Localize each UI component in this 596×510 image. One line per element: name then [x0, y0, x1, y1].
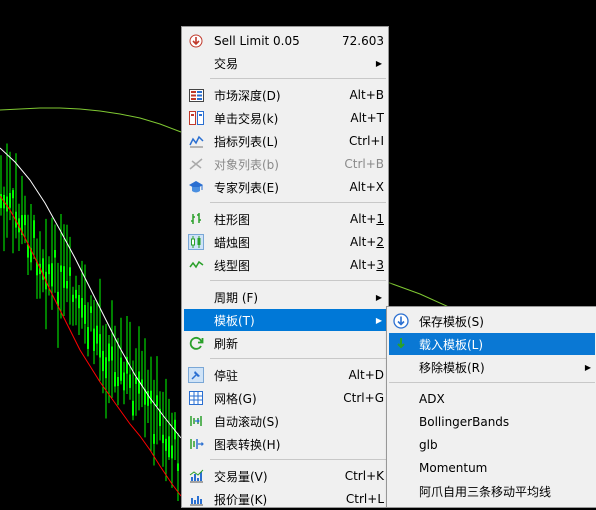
menu-item-templates[interactable]: 模板(T) ▶	[184, 309, 386, 331]
candle-body	[111, 346, 113, 361]
menu-item-objects-list: 对象列表(b) Ctrl+B	[184, 153, 386, 175]
menu-item-volumes[interactable]: 交易量(V) Ctrl+K	[184, 465, 386, 487]
grid-icon	[188, 390, 204, 406]
template-submenu: 保存模板(S) 载入模板(L) 移除模板(R) ▶ ADX BollingerB…	[386, 306, 596, 508]
candle-body	[93, 328, 95, 351]
menu-separator	[389, 382, 595, 383]
objects-list-icon	[188, 156, 204, 172]
volumes-icon	[188, 468, 204, 484]
candle-body	[114, 372, 116, 387]
menu-item-template-bollingerbands[interactable]: BollingerBands	[389, 411, 595, 433]
candle-body	[171, 445, 173, 459]
candle-body	[84, 304, 86, 324]
candle-body	[51, 263, 53, 287]
candle-body	[102, 350, 104, 372]
candle-body	[108, 343, 110, 362]
candle-body	[72, 294, 74, 302]
menu-item-template-three-moving-averages[interactable]: 阿爪自用三条移动平均线	[389, 480, 595, 502]
submenu-arrow-icon: ▶	[375, 58, 382, 68]
line-chart-icon	[188, 257, 204, 273]
candle-body	[78, 295, 80, 309]
menu-item-indicators-list[interactable]: 指标列表(L) Ctrl+I	[184, 130, 386, 152]
candle-body	[33, 220, 35, 238]
menu-item-sell-limit[interactable]: Sell Limit 0.05 72.603	[184, 30, 386, 52]
menu-item-template-glb[interactable]: glb	[389, 434, 595, 456]
candle-body	[105, 357, 107, 379]
menu-item-line-chart[interactable]: 线型图 Alt+3	[184, 254, 386, 276]
candle-body	[150, 390, 152, 404]
candle-body	[156, 395, 158, 407]
menu-item-tick-volumes[interactable]: 报价量(K) Ctrl+L	[184, 488, 386, 510]
candle-body	[168, 436, 170, 458]
market-depth-icon	[188, 87, 204, 103]
candle-body	[24, 214, 26, 226]
candle-body	[165, 438, 167, 451]
candle-body	[66, 280, 68, 289]
one-click-trading-icon	[188, 110, 204, 126]
candle-body	[132, 400, 134, 416]
moving-average-long-line	[0, 107, 182, 133]
menu-item-save-template[interactable]: 保存模板(S)	[389, 310, 595, 332]
candle-body	[153, 434, 155, 444]
candle-body	[60, 265, 62, 272]
sell-limit-icon	[188, 33, 204, 49]
menu-item-experts-list[interactable]: 专家列表(E) Alt+X	[184, 176, 386, 198]
submenu-arrow-icon: ▶	[375, 292, 382, 302]
chart-shift-icon	[188, 436, 204, 452]
candle-body	[54, 249, 56, 258]
candle-body	[99, 334, 101, 358]
menu-separator	[210, 280, 386, 281]
menu-item-chart-shift[interactable]: 图表转换(H)	[184, 433, 386, 455]
menu-separator	[210, 202, 386, 203]
candlestick-icon	[188, 234, 204, 250]
candle-body	[117, 376, 119, 387]
menu-separator	[210, 78, 386, 79]
candle-body	[129, 374, 131, 388]
candle-body	[96, 325, 98, 344]
menu-item-dock[interactable]: 停驻 Alt+D	[184, 364, 386, 386]
menu-item-refresh[interactable]: 刷新	[184, 332, 386, 354]
menu-separator	[210, 459, 386, 460]
menu-item-candlesticks[interactable]: 蜡烛图 Alt+2	[184, 231, 386, 253]
menu-item-template-adx[interactable]: ADX	[389, 388, 595, 410]
menu-separator	[210, 358, 386, 359]
menu-item-template-momentum[interactable]: Momentum	[389, 457, 595, 479]
menu-item-bar-chart[interactable]: 柱形图 Alt+1	[184, 208, 386, 230]
tick-volumes-icon	[188, 491, 204, 507]
candle-body	[69, 267, 71, 276]
menu-item-grid[interactable]: 网格(G) Ctrl+G	[184, 387, 386, 409]
menu-item-market-depth[interactable]: 市场深度(D) Alt+B	[184, 84, 386, 106]
candle-body	[75, 289, 77, 299]
chart-context-menu: Sell Limit 0.05 72.603 交易 ▶ 市场深度(D) Alt+…	[181, 26, 389, 508]
save-template-icon	[393, 313, 409, 329]
candle-body	[123, 372, 125, 391]
load-template-icon	[393, 336, 409, 352]
auto-scroll-icon	[188, 413, 204, 429]
candle-body	[81, 298, 83, 318]
menu-item-load-template[interactable]: 载入模板(L)	[389, 333, 595, 355]
menu-item-periodicity[interactable]: 周期 (F) ▶	[184, 286, 386, 308]
indicators-list-icon	[188, 133, 204, 149]
menu-item-trading[interactable]: 交易 ▶	[184, 52, 386, 74]
refresh-icon	[188, 335, 204, 351]
candle-body	[12, 190, 14, 199]
menu-item-one-click-trading[interactable]: 单击交易(k) Alt+T	[184, 107, 386, 129]
candle-body	[63, 266, 65, 288]
candle-body	[177, 463, 179, 471]
submenu-arrow-icon: ▶	[375, 315, 382, 325]
candle-body	[9, 193, 11, 208]
candlestick-series	[0, 143, 179, 501]
candle-body	[162, 434, 164, 444]
candle-body	[90, 306, 92, 313]
bar-chart-icon	[188, 211, 204, 227]
dock-icon	[188, 367, 204, 383]
candle-body	[48, 264, 50, 275]
menu-item-auto-scroll[interactable]: 自动滚动(S)	[184, 410, 386, 432]
candle-body	[87, 327, 89, 349]
submenu-arrow-icon: ▶	[584, 362, 591, 372]
menu-item-remove-template[interactable]: 移除模板(R) ▶	[389, 356, 595, 378]
candle-body	[120, 357, 122, 381]
experts-list-icon	[188, 179, 204, 195]
